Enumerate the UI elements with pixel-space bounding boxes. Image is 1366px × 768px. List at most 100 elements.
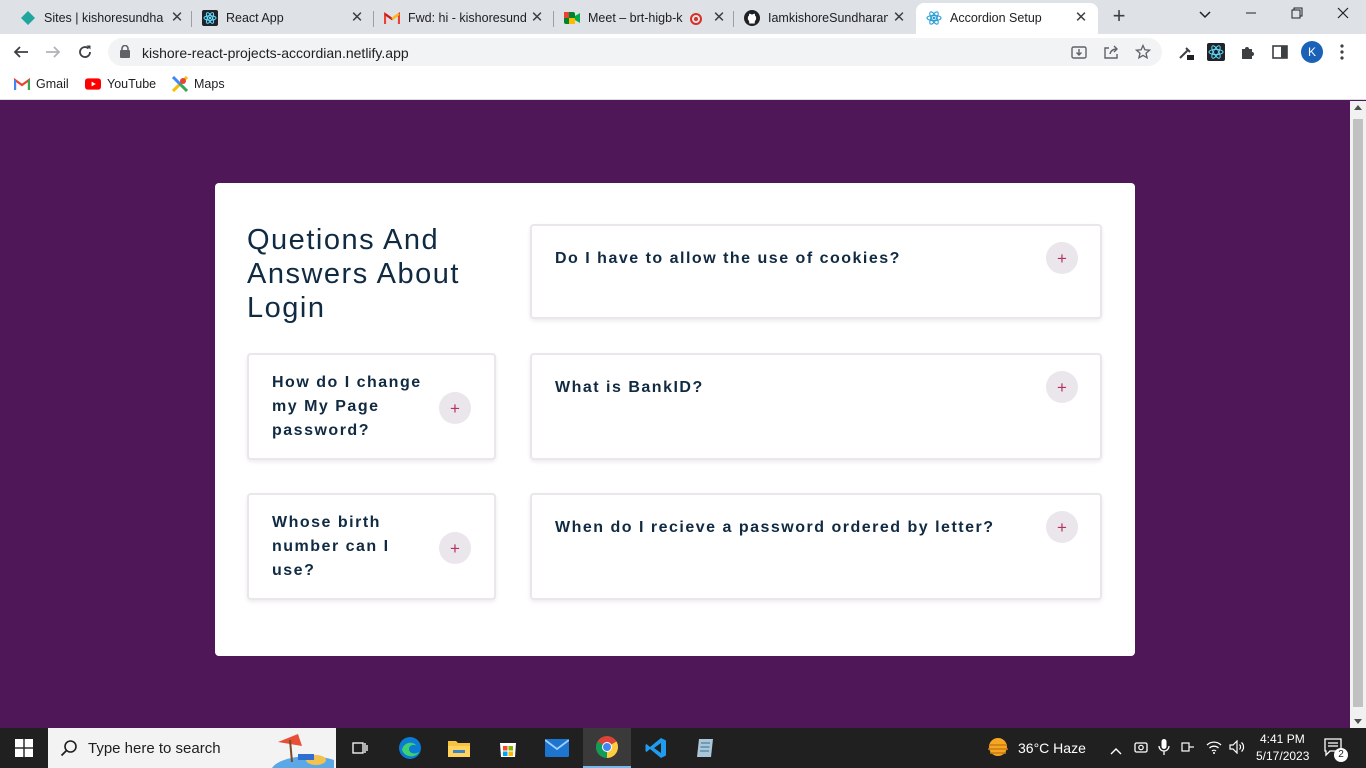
tray-overflow-chevron-icon[interactable]: [1110, 742, 1122, 760]
restore-icon[interactable]: [1286, 4, 1308, 26]
microphone-icon[interactable]: [1158, 739, 1170, 760]
tab-search-chevron-icon[interactable]: [1194, 4, 1216, 26]
gmail-icon: [384, 10, 400, 26]
tab-accordion-setup[interactable]: Accordion Setup ✕: [916, 3, 1098, 34]
scroll-up-arrow-icon[interactable]: [1354, 105, 1362, 110]
clock-date[interactable]: 5/17/2023: [1256, 749, 1309, 763]
question-card-birth-number: Whose birth number can I use? +: [247, 493, 496, 600]
tab-title: React App: [226, 11, 284, 25]
microsoft-store-icon[interactable]: [484, 728, 532, 768]
recording-icon: [690, 13, 702, 25]
address-bar[interactable]: kishore-react-projects-accordian.netlify…: [108, 38, 1162, 66]
expand-plus-button[interactable]: +: [439, 532, 471, 564]
expand-plus-button[interactable]: +: [1046, 242, 1078, 274]
file-explorer-icon[interactable]: [435, 728, 483, 768]
close-tab-icon[interactable]: ✕: [168, 9, 186, 27]
bookmark-youtube[interactable]: YouTube: [85, 76, 156, 92]
share-icon[interactable]: [1103, 44, 1119, 60]
minimize-icon[interactable]: [1240, 4, 1262, 26]
notification-count-badge: 2: [1334, 748, 1348, 762]
meet-now-camera-icon[interactable]: [1134, 740, 1148, 759]
notepad-app-icon[interactable]: [681, 728, 729, 768]
question-text: Whose birth number can I use?: [272, 514, 390, 579]
weather-icon[interactable]: [986, 736, 1010, 763]
question-card-bankid: What is BankID? +: [530, 353, 1102, 460]
tab-react-app[interactable]: React App ✕: [192, 3, 374, 34]
react-icon: [202, 10, 218, 26]
menu-kebab-icon[interactable]: [1340, 44, 1344, 60]
tab-title: IamkishoreSundharam: [768, 11, 888, 25]
bookmark-maps[interactable]: Maps: [172, 76, 225, 92]
tab-title: Sites | kishoresundharam: [44, 11, 164, 25]
close-tab-icon[interactable]: ✕: [890, 9, 908, 27]
close-tab-icon[interactable]: ✕: [528, 9, 546, 27]
search-placeholder: Type here to search: [88, 740, 221, 757]
tab-github[interactable]: IamkishoreSundharam ✕: [734, 3, 914, 34]
question-text: When do I recieve a password ordered by …: [555, 519, 995, 536]
question-text: Do I have to allow the use of cookies?: [555, 250, 901, 267]
profile-avatar[interactable]: K: [1301, 41, 1323, 63]
search-icon: [60, 739, 78, 762]
tab-title: Meet – brt-higb-k: [588, 11, 683, 25]
github-icon: [744, 10, 760, 26]
gmail-icon: [14, 76, 30, 92]
side-panel-icon[interactable]: [1271, 43, 1289, 61]
maps-icon: [172, 76, 188, 92]
browser-tab-strip: Sites | kishoresundharam ✕ React App ✕ F…: [0, 0, 1366, 34]
extensions-puzzle-icon[interactable]: [1239, 43, 1257, 61]
volume-icon[interactable]: [1229, 739, 1245, 759]
edge-browser-icon[interactable]: [386, 728, 434, 768]
vscode-icon[interactable]: [632, 728, 680, 768]
search-highlight-illustration-icon: [258, 730, 334, 768]
tab-title: Fwd: hi - kishoresundharam: [408, 11, 526, 25]
netlify-diamond-icon: [20, 10, 36, 26]
chrome-icon[interactable]: [583, 728, 631, 768]
clock-time[interactable]: 4:41 PM: [1260, 732, 1305, 746]
close-tab-icon[interactable]: ✕: [1072, 9, 1090, 27]
tab-gmail[interactable]: Fwd: hi - kishoresundharam ✕: [374, 3, 554, 34]
page-viewport: Quetions And Answers About Login Do I ha…: [0, 101, 1350, 728]
expand-plus-button[interactable]: +: [1046, 371, 1078, 403]
react-devtools-icon[interactable]: [1207, 43, 1225, 61]
youtube-icon: [85, 76, 101, 92]
wifi-icon[interactable]: [1206, 740, 1222, 759]
question-card-my-page-password: How do I change my My Page password? +: [247, 353, 496, 460]
bookmarks-bar: Gmail YouTube Maps: [0, 70, 1366, 100]
windows-taskbar: Type here to search 36°C Haze 4:41 PM 5/…: [0, 728, 1366, 768]
react-icon: [926, 10, 942, 26]
question-text: What is BankID?: [555, 379, 704, 396]
expand-plus-button[interactable]: +: [1046, 511, 1078, 543]
close-tab-icon[interactable]: ✕: [710, 9, 728, 27]
bookmark-label: Gmail: [36, 77, 69, 91]
new-tab-plus-icon[interactable]: +: [1108, 5, 1130, 28]
tab-title: Accordion Setup: [950, 11, 1042, 25]
reload-icon[interactable]: [74, 41, 96, 63]
close-tab-icon[interactable]: ✕: [348, 9, 366, 27]
windows-start-icon[interactable]: [0, 728, 48, 768]
task-view-icon[interactable]: [336, 728, 384, 768]
forward-arrow-icon[interactable]: [42, 41, 64, 63]
lock-icon[interactable]: [120, 44, 130, 63]
bookmark-label: YouTube: [107, 77, 157, 91]
question-card-password-letter: When do I recieve a password ordered by …: [530, 493, 1102, 600]
browser-toolbar: kishore-react-projects-accordian.netlify…: [0, 34, 1366, 70]
google-meet-icon: [564, 10, 580, 26]
bookmark-star-icon[interactable]: [1134, 43, 1152, 60]
scrollbar-thumb[interactable]: [1353, 119, 1363, 707]
pen-usb-icon[interactable]: [1181, 740, 1195, 759]
back-arrow-icon[interactable]: [10, 41, 32, 63]
page-scrollbar[interactable]: [1350, 101, 1366, 728]
mail-icon[interactable]: [533, 728, 581, 768]
tab-sites[interactable]: Sites | kishoresundharam ✕: [10, 3, 192, 34]
bookmark-label: Maps: [194, 77, 225, 91]
bookmark-gmail[interactable]: Gmail: [14, 76, 69, 92]
expand-plus-button[interactable]: +: [439, 392, 471, 424]
install-app-icon[interactable]: [1071, 44, 1087, 60]
close-window-icon[interactable]: [1332, 4, 1354, 26]
tab-meet[interactable]: Meet – brt-higb-k ✕: [554, 3, 734, 34]
eyedropper-extension-icon[interactable]: [1177, 43, 1195, 61]
weather-text[interactable]: 36°C Haze: [1018, 740, 1086, 756]
taskbar-search-box[interactable]: Type here to search: [48, 728, 336, 768]
url-text[interactable]: kishore-react-projects-accordian.netlify…: [142, 45, 409, 61]
scroll-down-arrow-icon[interactable]: [1354, 719, 1362, 724]
